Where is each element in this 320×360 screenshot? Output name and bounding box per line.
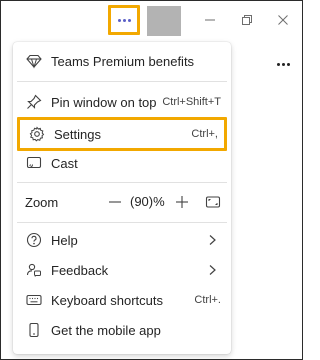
avatar[interactable] (147, 6, 181, 36)
diamond-icon (25, 52, 43, 70)
menu-item-settings[interactable]: Settings Ctrl+, (17, 117, 227, 151)
menu-item-shortcut: Ctrl+, (191, 128, 218, 140)
help-circle-icon (25, 231, 43, 249)
close-button[interactable] (273, 10, 293, 30)
fit-screen-icon (205, 196, 221, 208)
zoom-out-button[interactable] (105, 192, 125, 212)
menu-item-keyboard-shortcuts[interactable]: Keyboard shortcuts Ctrl+. (17, 285, 227, 315)
menu-item-label: Get the mobile app (51, 322, 161, 338)
menu-item-shortcut: Ctrl+. (194, 294, 221, 306)
feedback-icon (25, 261, 43, 279)
teams-window: Teams Premium benefits Pin window on top… (0, 0, 303, 360)
menu-item-shortcut: Ctrl+Shift+T (162, 96, 221, 108)
keyboard-icon (25, 291, 43, 309)
menu-item-label: Pin window on top (51, 94, 157, 110)
zoom-label: Zoom (25, 194, 59, 210)
title-bar (1, 1, 304, 41)
close-icon (278, 15, 288, 25)
menu-item-pin-window[interactable]: Pin window on top Ctrl+Shift+T (17, 87, 227, 117)
menu-item-premium[interactable]: Teams Premium benefits (17, 46, 227, 76)
divider (17, 222, 227, 223)
menu-item-label: Feedback (51, 262, 109, 278)
menu-item-help[interactable]: Help (17, 225, 227, 255)
menu-item-label: Settings (54, 126, 101, 142)
cast-icon (25, 154, 43, 172)
divider (17, 81, 227, 82)
menu-item-cast[interactable]: Cast (17, 148, 227, 178)
chevron-right-icon (205, 233, 219, 247)
zoom-fit-button[interactable] (203, 192, 223, 212)
restore-button[interactable] (237, 10, 257, 30)
menu-item-label: Teams Premium benefits (51, 53, 195, 69)
menu-item-mobile-app[interactable]: Get the mobile app (17, 315, 227, 345)
background-more-icon[interactable] (277, 63, 290, 66)
minimize-button[interactable] (200, 10, 220, 30)
zoom-row: Zoom (90)% (17, 187, 227, 217)
more-horizontal-icon (117, 18, 131, 22)
zoom-in-button[interactable] (172, 192, 192, 212)
pin-icon (25, 93, 43, 111)
gear-icon (28, 125, 46, 143)
menu-item-feedback[interactable]: Feedback (17, 255, 227, 285)
minimize-icon (205, 19, 215, 21)
divider (17, 182, 227, 183)
phone-icon (25, 321, 43, 339)
plus-icon (176, 196, 188, 208)
menu-item-label: Cast (51, 155, 78, 171)
menu-item-label: Keyboard shortcuts (51, 292, 164, 308)
chevron-right-icon (205, 263, 219, 277)
menu-item-label: Help (51, 232, 78, 248)
more-options-menu: Teams Premium benefits Pin window on top… (13, 42, 231, 354)
restore-icon (242, 15, 252, 25)
minus-icon (109, 201, 121, 203)
more-options-button[interactable] (108, 5, 140, 35)
zoom-value: (90)% (130, 194, 165, 209)
